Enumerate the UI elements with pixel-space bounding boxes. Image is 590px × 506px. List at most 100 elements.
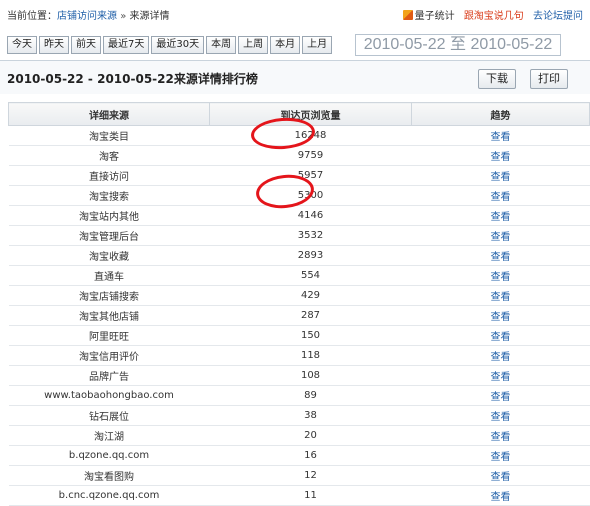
- page-views-cell: 3532: [209, 225, 412, 246]
- trend-link[interactable]: 查看: [491, 332, 511, 343]
- date-button-yesterday[interactable]: 昨天: [39, 36, 69, 54]
- page-views-cell: 16: [209, 445, 412, 466]
- trend-link[interactable]: 查看: [491, 372, 511, 383]
- page-views-cell: 9759: [209, 145, 412, 166]
- trend-link[interactable]: 查看: [491, 212, 511, 223]
- trend-link[interactable]: 查看: [491, 392, 511, 403]
- trend-cell: 查看: [411, 285, 590, 306]
- trend-cell: 查看: [411, 425, 590, 446]
- table-row: 直通车 554 查看: [8, 265, 590, 286]
- trend-cell: 查看: [411, 385, 590, 406]
- table-row: 淘江湖 20 查看: [8, 425, 590, 446]
- breadcrumb-link-store-sources[interactable]: 店铺访问来源: [57, 11, 117, 22]
- trend-cell: 查看: [411, 445, 590, 466]
- trend-cell: 查看: [411, 125, 590, 146]
- table-header-row: 详细来源 到达页浏览量 趋势: [8, 102, 590, 126]
- liangzi-logo-icon: [402, 10, 413, 20]
- page-views-cell: 5300: [209, 185, 412, 206]
- source-cell: 品牌广告: [8, 365, 210, 386]
- feedback-link[interactable]: 跟淘宝说几句: [464, 11, 524, 22]
- table-row: 淘宝店铺搜索 429 查看: [8, 285, 590, 306]
- trend-link[interactable]: 查看: [491, 192, 511, 203]
- date-button-last-7-days[interactable]: 最近7天: [103, 36, 150, 54]
- trend-link[interactable]: 查看: [491, 432, 511, 443]
- table-row: 品牌广告 108 查看: [8, 365, 590, 386]
- date-button-this-week[interactable]: 本周: [206, 36, 237, 54]
- page-views-cell: 287: [209, 305, 412, 326]
- trend-link[interactable]: 查看: [491, 452, 511, 463]
- table-row: 淘宝类目 16248 查看: [8, 125, 590, 146]
- source-cell: 阿里旺旺: [8, 325, 210, 346]
- source-cell: 淘宝类目: [8, 125, 210, 146]
- table-row: 钻石展位 38 查看: [8, 405, 590, 426]
- top-links: 量子统计 跟淘宝说几句 去论坛提问: [402, 9, 583, 25]
- source-cell: 淘宝管理后台: [8, 225, 210, 246]
- page-views-cell: 150: [209, 325, 412, 346]
- trend-link[interactable]: 查看: [491, 272, 511, 283]
- trend-link[interactable]: 查看: [491, 152, 511, 163]
- table-row: 直接访问 5957 查看: [8, 165, 590, 186]
- source-cell: 淘宝看图购: [8, 465, 210, 486]
- page-views-cell: 2893: [209, 245, 412, 266]
- date-button-day-before[interactable]: 前天: [71, 36, 101, 54]
- forum-link[interactable]: 去论坛提问: [533, 11, 583, 22]
- trend-link[interactable]: 查看: [491, 292, 511, 303]
- column-header-source: 详细来源: [8, 102, 210, 126]
- source-cell: b.qzone.qq.com: [8, 445, 210, 466]
- trend-cell: 查看: [411, 465, 590, 486]
- table-row: 淘宝站内其他 4146 查看: [8, 205, 590, 226]
- table-row: 淘宝搜索 5300 查看: [8, 185, 590, 206]
- page-views-cell: 108: [209, 365, 412, 386]
- trend-link[interactable]: 查看: [491, 472, 511, 483]
- trend-link[interactable]: 查看: [491, 312, 511, 323]
- source-cell: 淘宝站内其他: [8, 205, 210, 226]
- trend-link[interactable]: 查看: [491, 492, 511, 503]
- column-header-trend: 趋势: [411, 102, 590, 126]
- table-row: 阿里旺旺 150 查看: [8, 325, 590, 346]
- source-cell: 淘江湖: [8, 425, 210, 446]
- source-cell: 淘宝收藏: [8, 245, 210, 266]
- page-title: 2010-05-22 - 2010-05-22来源详情排行榜: [7, 72, 258, 86]
- trend-cell: 查看: [411, 245, 590, 266]
- page-views-cell: 16248: [209, 125, 412, 146]
- source-cell: 淘宝搜索: [8, 185, 210, 206]
- breadcrumb-label: 当前位置：: [7, 11, 57, 22]
- page-views-cell: 4146: [209, 205, 412, 226]
- trend-link[interactable]: 查看: [491, 172, 511, 183]
- trend-cell: 查看: [411, 405, 590, 426]
- table-row: b.cnc.qzone.qq.com 11 查看: [8, 485, 590, 506]
- trend-link[interactable]: 查看: [491, 132, 511, 143]
- date-button-this-month[interactable]: 本月: [270, 36, 301, 54]
- date-button-last-week[interactable]: 上周: [238, 36, 269, 54]
- page-views-cell: 5957: [209, 165, 412, 186]
- table-row: 淘宝信用评价 118 查看: [8, 345, 590, 366]
- table-row: b.qzone.qq.com 16 查看: [8, 445, 590, 466]
- source-detail-table: 详细来源 到达页浏览量 趋势 淘宝类目 16248 查看 淘客 9759 查看 直接访问 59…: [8, 102, 590, 506]
- source-cell: 直接访问: [8, 165, 210, 186]
- trend-cell: 查看: [411, 345, 590, 366]
- date-range-picker[interactable]: 2010-05-22 至 2010-05-22: [355, 34, 561, 56]
- date-button-today[interactable]: 今天: [7, 36, 37, 54]
- trend-link[interactable]: 查看: [491, 252, 511, 263]
- source-cell: 淘宝其他店铺: [8, 305, 210, 326]
- download-button[interactable]: 下载: [478, 69, 516, 89]
- source-cell: 淘宝信用评价: [8, 345, 210, 366]
- breadcrumb-separator: »: [120, 11, 127, 22]
- date-button-last-month[interactable]: 上月: [302, 36, 333, 54]
- trend-link[interactable]: 查看: [491, 412, 511, 423]
- page-views-cell: 11: [209, 485, 412, 506]
- trend-cell: 查看: [411, 225, 590, 246]
- table-row: 淘宝看图购 12 查看: [8, 465, 590, 486]
- trend-link[interactable]: 查看: [491, 352, 511, 363]
- source-cell: 直通车: [8, 265, 210, 286]
- trend-link[interactable]: 查看: [491, 232, 511, 243]
- source-cell: 淘客: [8, 145, 210, 166]
- date-button-last-30-days[interactable]: 最近30天: [151, 36, 205, 54]
- print-button[interactable]: 打印: [530, 69, 568, 89]
- page-views-cell: 12: [209, 465, 412, 486]
- panel-header: 2010-05-22 - 2010-05-22来源详情排行榜 下载 打印: [0, 60, 590, 94]
- column-header-views: 到达页浏览量: [209, 102, 412, 126]
- trend-cell: 查看: [411, 165, 590, 186]
- page-views-cell: 89: [209, 385, 412, 406]
- source-cell: b.cnc.qzone.qq.com: [8, 485, 210, 506]
